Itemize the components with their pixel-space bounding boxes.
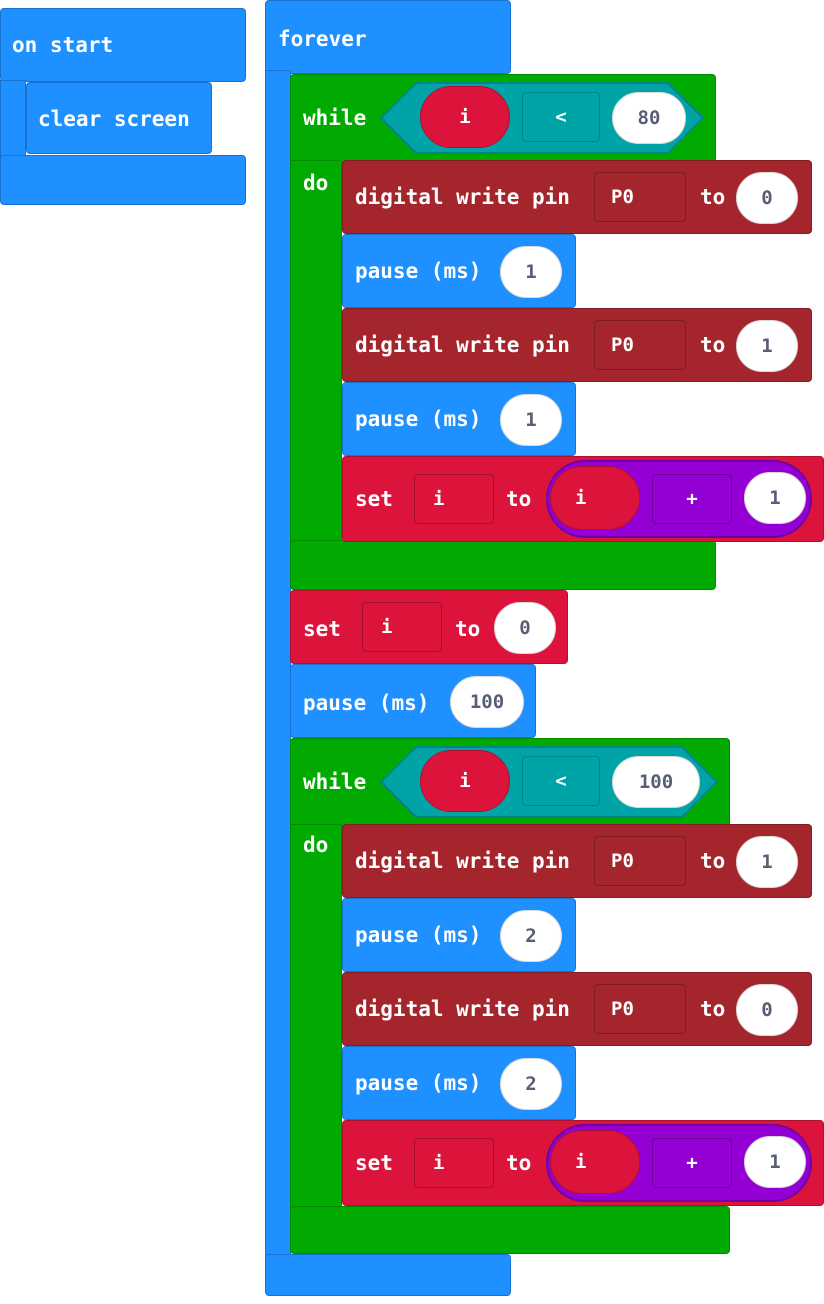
set-value-input[interactable]: 0 — [494, 602, 556, 654]
pause-label: pause (ms) — [303, 691, 430, 715]
set-label: set — [303, 617, 341, 641]
while-1-keyword: while — [303, 106, 367, 130]
pause-label: pause (ms) — [355, 1071, 482, 1095]
to-label: to — [506, 1151, 532, 1175]
forever-arm — [265, 70, 291, 1260]
pause-label: pause (ms) — [355, 407, 482, 431]
to-label: to — [455, 617, 481, 641]
pause-label: pause (ms) — [355, 259, 482, 283]
pin-dropdown[interactable]: P0 — [594, 172, 686, 222]
on-start-inner-arm — [0, 80, 26, 160]
pin-value-input[interactable]: 1 — [736, 836, 798, 888]
while-1-do: do — [303, 171, 329, 195]
pause-value-input[interactable]: 2 — [500, 910, 562, 962]
to-label: to — [700, 849, 726, 873]
set-label: set — [355, 487, 393, 511]
while-loop-2-arm — [290, 824, 342, 1214]
forever-footer — [265, 1254, 511, 1296]
digital-write-label: digital write pin — [355, 333, 570, 357]
forever-label: forever — [278, 27, 367, 51]
set-label: set — [355, 1151, 393, 1175]
pin-value-input[interactable]: 0 — [736, 172, 798, 224]
while-loop-1-footer — [290, 540, 716, 590]
to-label: to — [700, 997, 726, 1021]
pause-label: pause (ms) — [355, 923, 482, 947]
to-label: to — [700, 185, 726, 209]
variable-dropdown[interactable]: i — [362, 602, 442, 652]
on-start-label: on start — [12, 33, 114, 57]
while-1-var-pill[interactable]: i — [420, 86, 510, 148]
pause-value-input[interactable]: 1 — [500, 394, 562, 446]
pin-value-input[interactable]: 0 — [736, 984, 798, 1036]
while-loop-2-footer — [290, 1206, 730, 1254]
on-start-footer — [0, 155, 246, 205]
pause-value-input[interactable]: 2 — [500, 1058, 562, 1110]
variable-dropdown[interactable]: i — [414, 474, 494, 524]
expr-value-input[interactable]: 1 — [744, 1136, 806, 1188]
pause-value-input[interactable]: 1 — [500, 246, 562, 298]
expr-var-pill[interactable]: i — [550, 1130, 640, 1194]
pin-dropdown[interactable]: P0 — [594, 836, 686, 886]
while-1-limit[interactable]: 80 — [612, 92, 686, 144]
math-operator[interactable]: + — [652, 474, 732, 524]
to-label: to — [506, 487, 532, 511]
while-2-keyword: while — [303, 770, 367, 794]
digital-write-label: digital write pin — [355, 849, 570, 873]
expr-var-pill[interactable]: i — [550, 466, 640, 530]
pin-dropdown[interactable]: P0 — [594, 984, 686, 1034]
pin-value-input[interactable]: 1 — [736, 320, 798, 372]
to-label: to — [700, 333, 726, 357]
while-2-limit[interactable]: 100 — [612, 756, 700, 808]
digital-write-label: digital write pin — [355, 185, 570, 209]
while-2-operator[interactable]: < — [522, 756, 600, 806]
while-2-do: do — [303, 833, 329, 857]
while-loop-1-arm — [290, 160, 342, 550]
pin-dropdown[interactable]: P0 — [594, 320, 686, 370]
while-2-var-pill[interactable]: i — [420, 750, 510, 812]
while-1-operator[interactable]: < — [522, 92, 600, 142]
variable-dropdown[interactable]: i — [414, 1138, 494, 1188]
digital-write-label: digital write pin — [355, 997, 570, 1021]
expr-value-input[interactable]: 1 — [744, 472, 806, 524]
math-operator[interactable]: + — [652, 1138, 732, 1188]
pause-value-input[interactable]: 100 — [450, 676, 524, 728]
clear-screen-label: clear screen — [38, 107, 190, 131]
